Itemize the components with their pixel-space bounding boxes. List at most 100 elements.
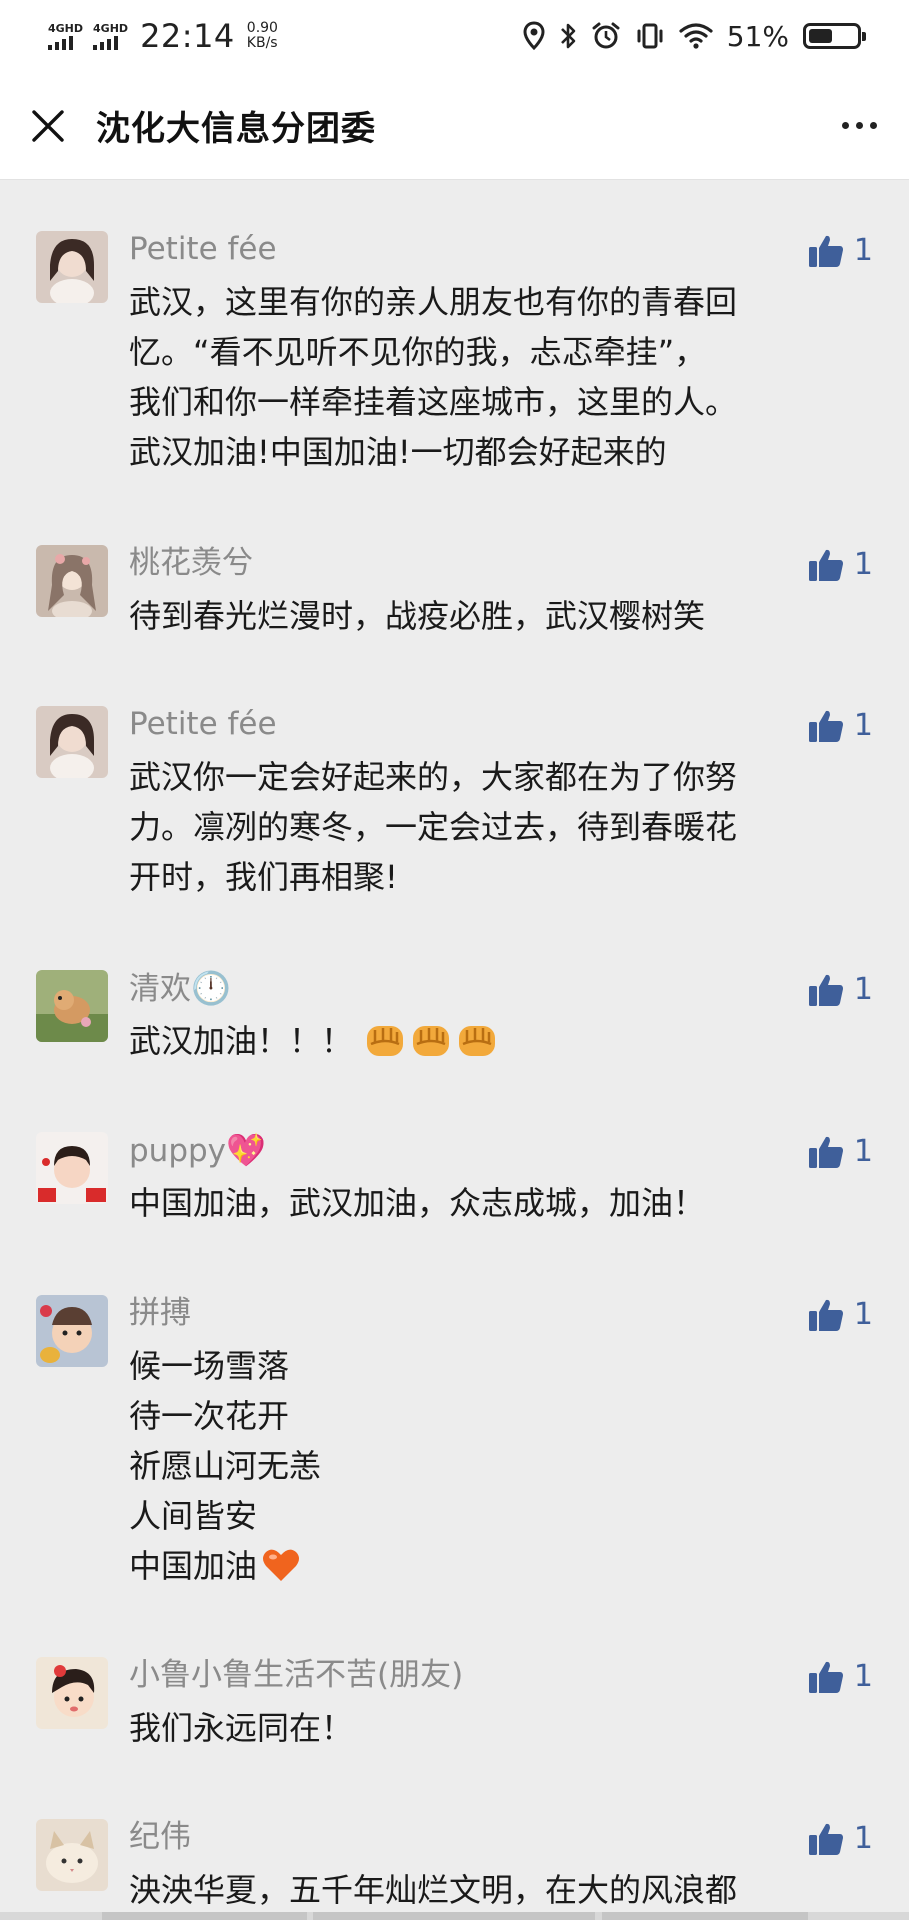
- like-button[interactable]: 1: [808, 706, 873, 746]
- thumbs-up-icon: [808, 1299, 843, 1331]
- like-button[interactable]: 1: [808, 1132, 873, 1172]
- signal-bars-icon: [93, 35, 119, 50]
- fist-emoji-icon: [367, 1026, 404, 1056]
- net-speed: 0.90 KB/s: [247, 21, 278, 51]
- comment-line: 待到春光烂漫时，战疫必胜，武汉樱树笑: [129, 597, 706, 635]
- comment-line-text: 中国加油: [129, 1547, 258, 1585]
- avatar[interactable]: [36, 231, 108, 303]
- like-count: 1: [853, 1659, 873, 1694]
- like-count: 1: [853, 1297, 873, 1332]
- like-count: 1: [853, 1821, 873, 1856]
- comment-text: 武汉，这里有你的亲人朋友也有你的青春回 忆。“看不见听不见你的我，忐忑牵挂”， …: [129, 277, 849, 477]
- comment-line: 中国加油: [129, 1541, 849, 1591]
- sim2-label: 4GHD: [93, 21, 129, 35]
- bottom-scroll-strip[interactable]: [0, 1912, 909, 1920]
- signal-group: 4GHD 4GHD: [48, 23, 128, 50]
- comment-text: 候一场雪落 待一次花开 祈愿山河无恙 人间皆安 中国加油: [129, 1341, 849, 1591]
- more-button[interactable]: [809, 72, 909, 180]
- signal-sim1: 4GHD: [48, 23, 83, 50]
- comment-line: 忆。“看不见听不见你的我，忐忑牵挂”，: [129, 333, 707, 371]
- wechat-comments-screen: 4GHD 4GHD 22:14 0.90 KB/s 51% 沈化大信息分团委 P…: [0, 0, 909, 1920]
- commenter-name: puppy💖: [129, 1130, 266, 1171]
- comment-line: 我们和你一样牵挂着这座城市，这里的人。: [129, 383, 738, 421]
- comment-line-text: 武汉加油！！！: [129, 1022, 354, 1060]
- like-button[interactable]: 1: [808, 1657, 873, 1697]
- status-time: 22:14: [140, 17, 235, 55]
- avatar[interactable]: [36, 1657, 108, 1729]
- comment-text: 中国加油，武汉加油，众志成城，加油！: [129, 1178, 849, 1228]
- comment-line: 人间皆安: [129, 1497, 258, 1535]
- like-count: 1: [853, 547, 873, 582]
- comment-line: 我们永远同在！: [129, 1709, 354, 1747]
- comment-line: 武汉你一定会好起来的，大家都在为了你努: [129, 758, 738, 796]
- alarm-icon: [592, 22, 620, 49]
- thumbs-up-icon: [808, 235, 843, 267]
- battery-fill: [809, 29, 833, 43]
- comment-line: 候一场雪落: [129, 1347, 290, 1385]
- comment-line: 武汉加油！！！: [129, 1016, 849, 1066]
- commenter-name: Petite fée: [129, 231, 277, 267]
- battery-icon: [803, 23, 866, 49]
- comment-text: 武汉你一定会好起来的，大家都在为了你努 力。凛冽的寒冬，一定会过去，待到春暖花 …: [129, 752, 849, 902]
- thumbs-up-icon: [808, 710, 843, 742]
- commenter-name-text: 清欢: [129, 971, 191, 1007]
- fist-emoji-icon: [413, 1026, 450, 1056]
- wifi-icon: [679, 23, 713, 49]
- nav-bar: 沈化大信息分团委: [0, 72, 909, 180]
- status-icons: 51%: [523, 19, 866, 53]
- close-button[interactable]: [0, 72, 96, 180]
- commenter-name: 桃花羡兮: [129, 545, 253, 581]
- close-icon: [32, 109, 64, 142]
- sparkling-heart-icon: 💖: [226, 1131, 266, 1169]
- comment-line: 力。凛冽的寒冬，一定会过去，待到春暖花: [129, 808, 738, 846]
- thumbs-up-icon: [808, 1661, 843, 1693]
- comment-line: 祈愿山河无恙: [129, 1447, 322, 1485]
- comment-text: 泱泱华夏，五千年灿烂文明，在大的风浪都: [129, 1865, 849, 1915]
- like-count: 1: [853, 1134, 873, 1169]
- comment-line: 待一次花开: [129, 1397, 290, 1435]
- status-bar: 4GHD 4GHD 22:14 0.90 KB/s 51%: [0, 0, 909, 72]
- commenter-name: 拼搏: [129, 1295, 191, 1331]
- bluetooth-icon: [560, 23, 576, 49]
- avatar[interactable]: [36, 970, 108, 1042]
- comment-line: 泱泱华夏，五千年灿烂文明，在大的风浪都: [129, 1871, 738, 1909]
- avatar[interactable]: [36, 706, 108, 778]
- comment-text: 我们永远同在！: [129, 1703, 849, 1753]
- orange-heart-icon: [263, 1549, 300, 1581]
- thumbs-up-icon: [808, 1136, 843, 1168]
- commenter-name: Petite fée: [129, 706, 277, 742]
- like-button[interactable]: 1: [808, 1295, 873, 1335]
- signal-sim2: 4GHD: [93, 23, 128, 50]
- avatar[interactable]: [36, 1819, 108, 1891]
- commenter-name: 小鲁小鲁生活不苦(朋友): [129, 1657, 464, 1693]
- like-count: 1: [853, 708, 873, 743]
- thumbs-up-icon: [808, 1823, 843, 1855]
- comment-line: 武汉，这里有你的亲人朋友也有你的青春回: [129, 283, 738, 321]
- comment-line: 开时，我们再相聚!: [129, 858, 398, 896]
- clock-emoji-icon: 🕛: [191, 969, 231, 1007]
- avatar[interactable]: [36, 1295, 108, 1367]
- commenter-name: 纪伟: [129, 1819, 191, 1855]
- battery-percent: 51%: [726, 19, 789, 53]
- comment-line: 中国加油，武汉加油，众志成城，加油！: [129, 1184, 706, 1222]
- like-count: 1: [853, 972, 873, 1007]
- comment-text: 武汉加油！！！: [129, 1016, 849, 1066]
- sim1-label: 4GHD: [48, 21, 84, 35]
- like-button[interactable]: 1: [808, 970, 873, 1010]
- thumbs-up-icon: [808, 974, 843, 1006]
- more-icon: [841, 122, 849, 129]
- commenter-name-text: puppy: [129, 1133, 227, 1169]
- page-title: 沈化大信息分团委: [96, 109, 376, 149]
- like-button[interactable]: 1: [808, 545, 873, 585]
- net-speed-value: 0.90: [246, 20, 278, 36]
- like-button[interactable]: 1: [808, 1819, 873, 1859]
- fist-emoji-icon: [459, 1026, 496, 1056]
- thumbs-up-icon: [808, 549, 843, 581]
- avatar[interactable]: [36, 545, 108, 617]
- commenter-name: 清欢🕛: [129, 968, 231, 1009]
- like-count: 1: [853, 233, 873, 268]
- avatar[interactable]: [36, 1132, 108, 1204]
- like-button[interactable]: 1: [808, 231, 873, 271]
- net-speed-unit: KB/s: [246, 35, 278, 51]
- signal-bars-icon: [48, 35, 73, 50]
